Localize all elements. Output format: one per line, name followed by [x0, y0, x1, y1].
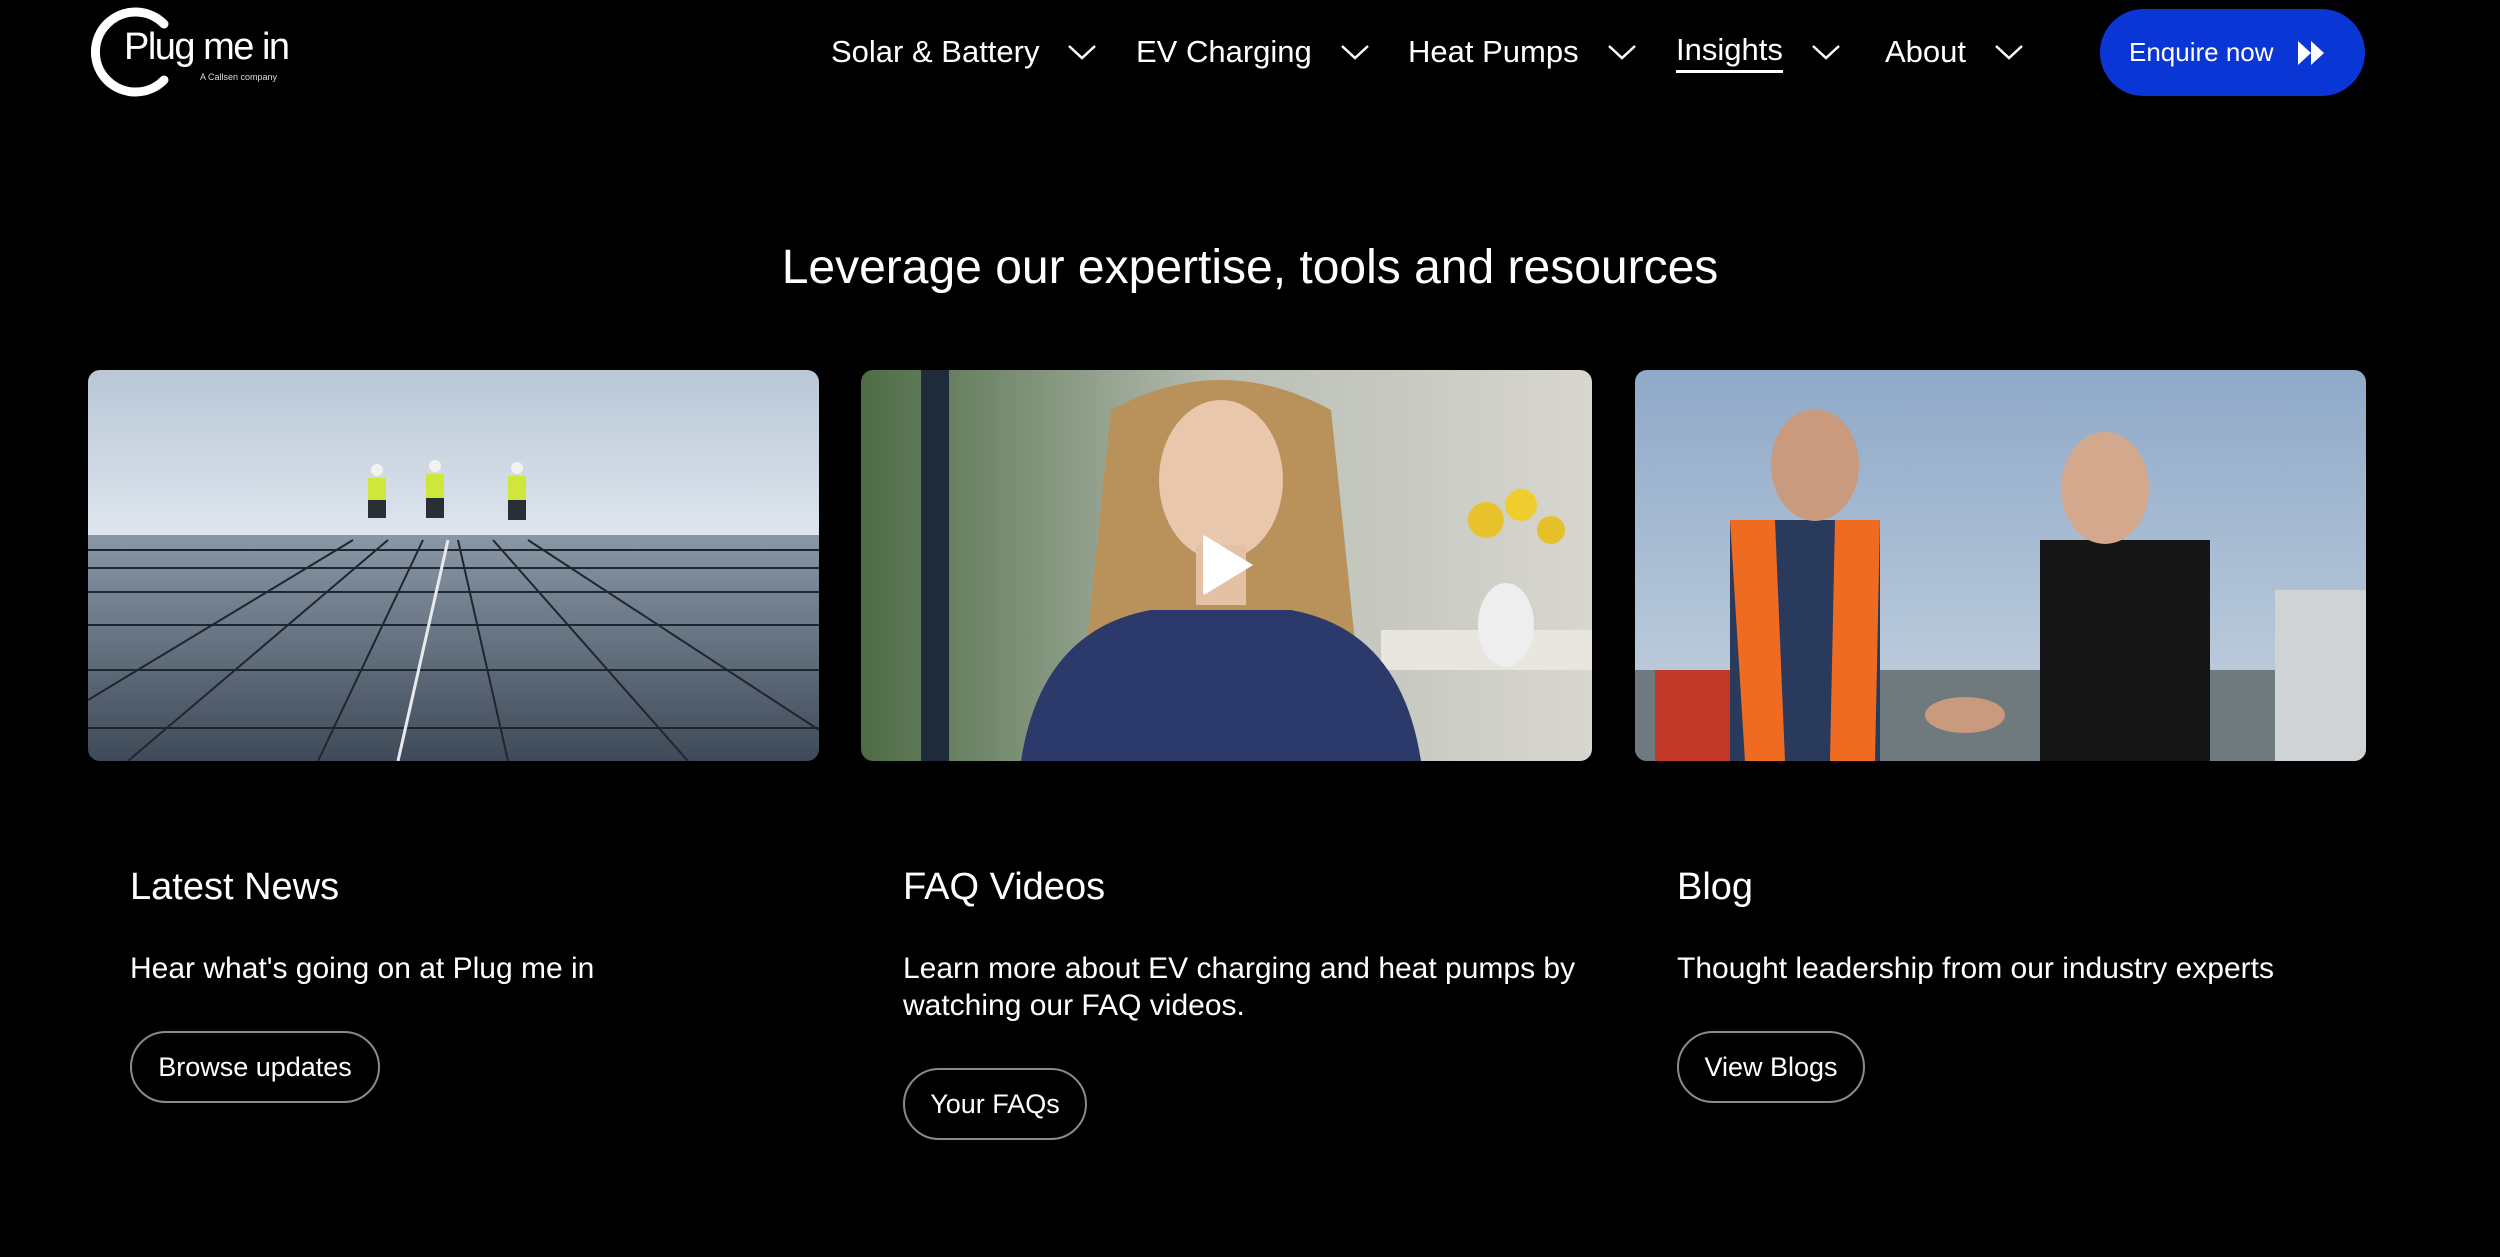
faq-videos-title: FAQ Videos: [903, 866, 1106, 908]
nav-insights[interactable]: Insights: [1676, 28, 1841, 76]
chevron-down-icon: [1340, 45, 1369, 60]
solar-roof-photo: [88, 370, 819, 761]
chevron-down-icon: [1068, 45, 1097, 60]
site-header: Plug me in A Callsen company Solar & Bat…: [0, 0, 2500, 105]
your-faqs-button[interactable]: Your FAQs: [903, 1068, 1087, 1140]
logo-wordmark: Plug me in: [124, 26, 290, 68]
section-title: Leverage our expertise, tools and resour…: [781, 241, 1719, 294]
enquire-now-label: Enquire now: [2129, 37, 2274, 67]
view-blogs-button[interactable]: View Blogs: [1677, 1031, 1865, 1103]
enquire-now-button[interactable]: Enquire now: [2100, 9, 2365, 96]
handshake-photo: [1635, 370, 2366, 761]
latest-news-description: Hear what's going on at Plug me in: [130, 952, 595, 985]
chevron-down-icon: [1995, 45, 2023, 60]
chevron-down-icon: [1811, 45, 1840, 60]
chevron-down-icon: [1607, 45, 1636, 60]
latest-news-image[interactable]: [88, 370, 819, 761]
nav-label: Solar & Battery: [831, 34, 1040, 69]
nav-about[interactable]: About: [1885, 28, 2024, 76]
latest-news-title: Latest News: [130, 866, 340, 908]
faq-videos-description: Learn more about EV charging and heat pu…: [903, 952, 1576, 1022]
nav-heat-pumps[interactable]: Heat Pumps: [1408, 28, 1637, 76]
nav-label: EV Charging: [1136, 34, 1312, 69]
video-play-icon[interactable]: [1197, 534, 1257, 596]
blog-description: Thought leadership from our industry exp…: [1677, 952, 2274, 985]
faq-videos-image[interactable]: [861, 370, 1592, 761]
fast-forward-icon: [2298, 41, 2324, 65]
nav-label: About: [1885, 34, 1967, 69]
logo-tagline: A Callsen company: [200, 72, 278, 82]
blog-title: Blog: [1677, 866, 1754, 908]
browse-updates-button[interactable]: Browse updates: [130, 1031, 380, 1103]
nav-label: Insights: [1676, 32, 1783, 73]
brand-logo[interactable]: Plug me in A Callsen company: [86, 6, 290, 98]
nav-solar-battery[interactable]: Solar & Battery: [831, 28, 1097, 76]
nav-ev-charging[interactable]: EV Charging: [1136, 28, 1370, 76]
blog-image[interactable]: [1635, 370, 2366, 761]
nav-label: Heat Pumps: [1408, 34, 1579, 69]
